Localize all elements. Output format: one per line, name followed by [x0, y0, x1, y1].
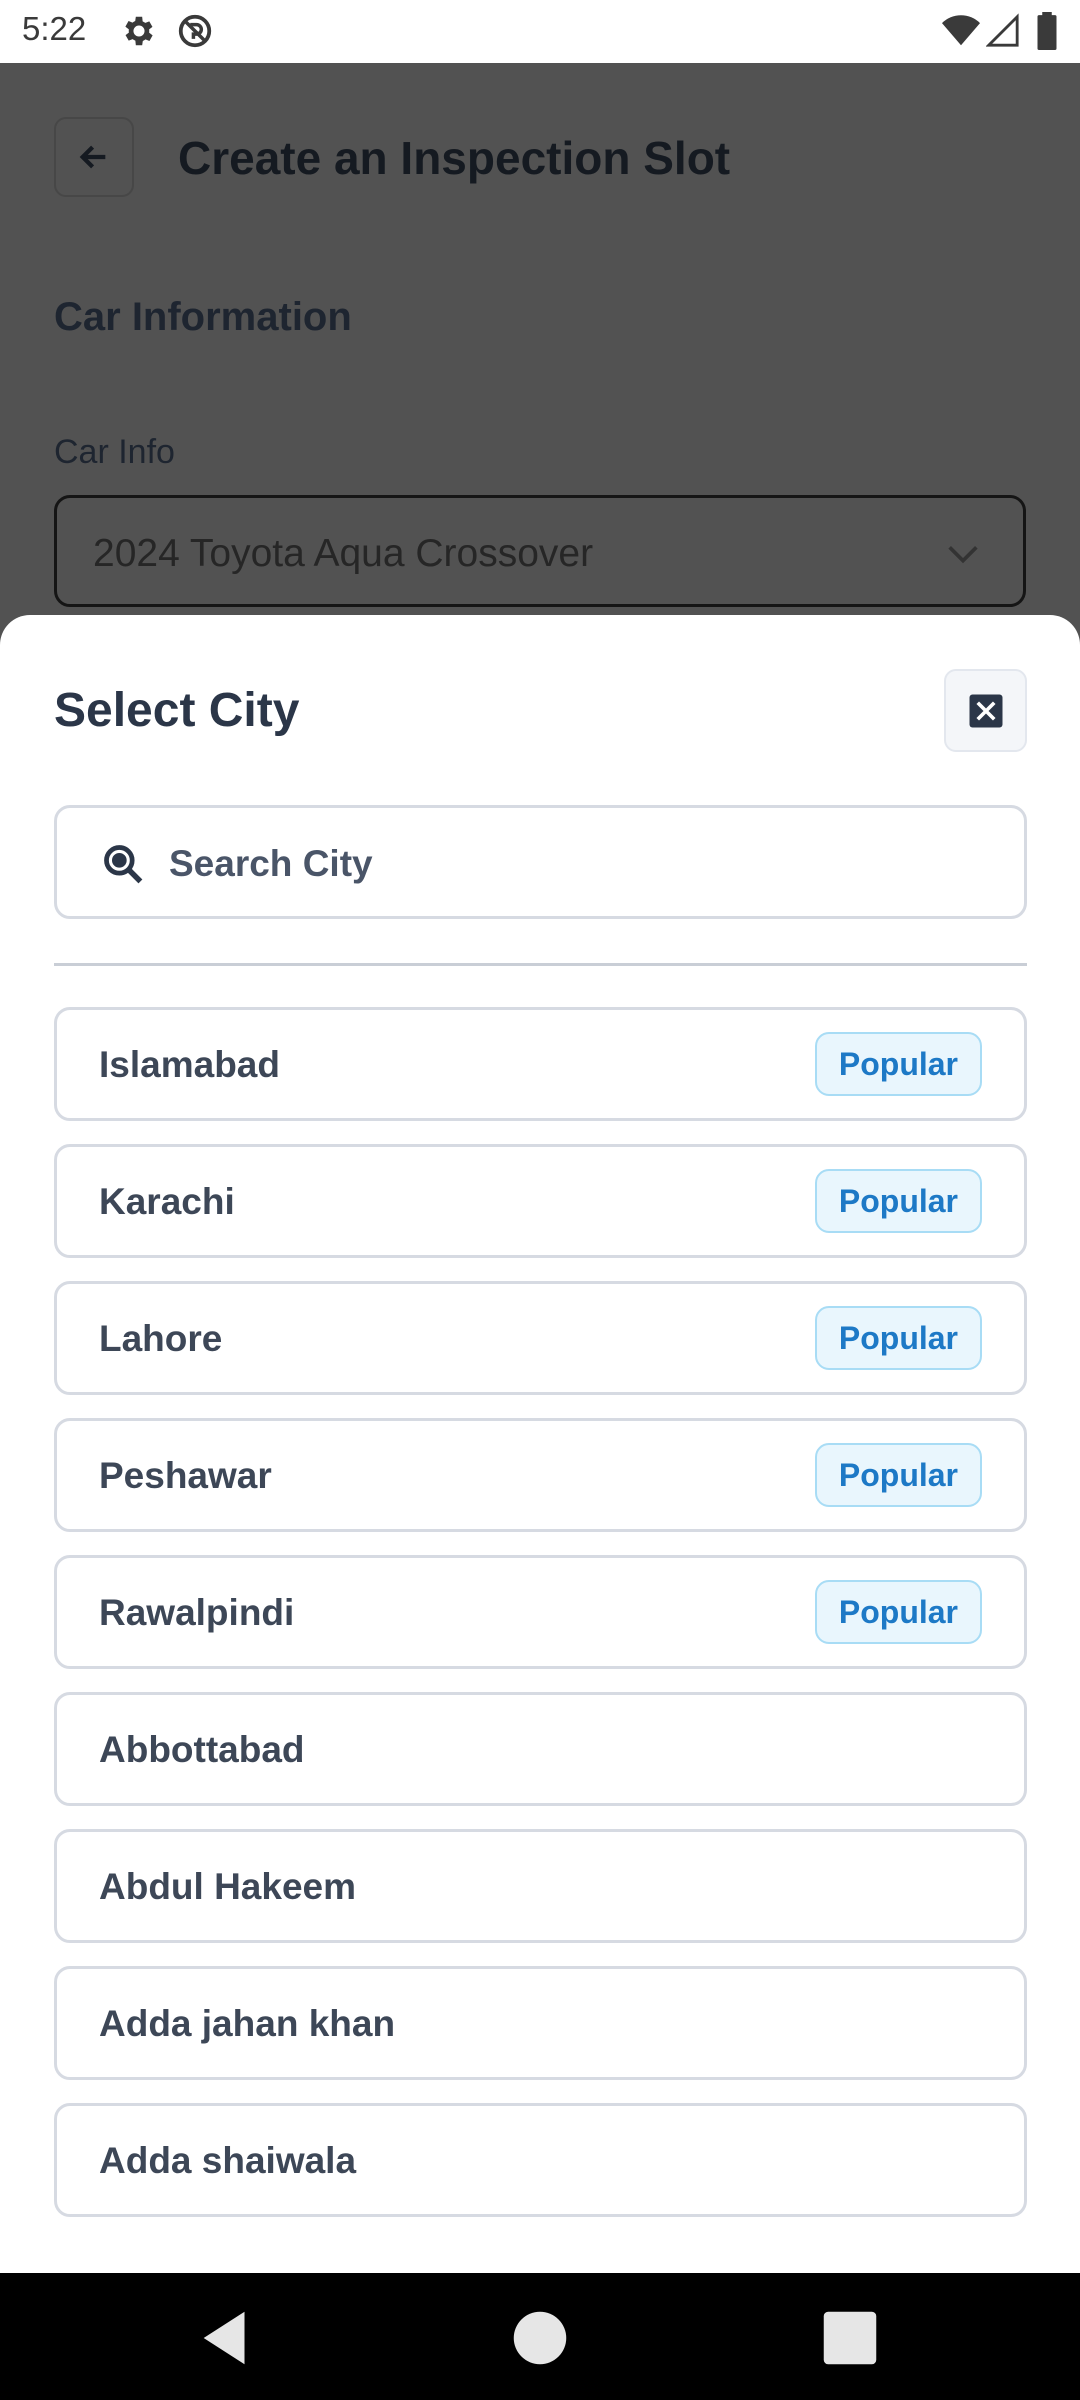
city-name: Peshawar: [99, 1455, 272, 1496]
navigation-bar: [0, 2273, 1080, 2400]
search-icon: [104, 845, 143, 884]
chevron-down-icon: [948, 546, 978, 564]
nav-back-icon[interactable]: [192, 2303, 262, 2373]
city-item[interactable]: Adda jahan khan: [54, 1966, 1027, 2080]
close-icon: [969, 694, 1002, 727]
signal-icon: [986, 13, 1019, 47]
wifi-icon: [942, 15, 980, 46]
car-info-select[interactable]: 2024 Toyota Aqua Crossover: [54, 495, 1026, 607]
city-name: Abbottabad: [99, 1729, 305, 1770]
popular-badge: Popular: [814, 1443, 982, 1507]
status-time: 5:22: [22, 10, 87, 47]
popular-badge: Popular: [814, 1580, 982, 1644]
page-title: Create an Inspection Slot: [178, 132, 731, 184]
car-info-value: 2024 Toyota Aqua Crossover: [93, 532, 594, 575]
car-info-label: Car Info: [54, 433, 175, 471]
city-item[interactable]: Karachi Popular: [54, 1144, 1027, 1258]
background-page: Create an Inspection Slot Car Informatio…: [0, 63, 1080, 623]
popular-badge: Popular: [814, 1032, 982, 1096]
popular-badge: Popular: [814, 1306, 982, 1370]
city-name: Lahore: [99, 1318, 223, 1359]
city-name: Karachi: [99, 1181, 235, 1222]
city-name: Abdul Hakeem: [99, 1866, 357, 1907]
nav-home-icon[interactable]: [505, 2303, 575, 2373]
battery-icon: [1037, 12, 1057, 50]
sheet-title: Select City: [54, 684, 300, 737]
divider: [54, 963, 1027, 966]
city-name: Islamabad: [99, 1044, 280, 1085]
city-item[interactable]: Peshawar Popular: [54, 1418, 1027, 1532]
back-button[interactable]: [54, 117, 134, 197]
popular-badge: Popular: [814, 1169, 982, 1233]
gear-icon: [125, 16, 153, 46]
close-button[interactable]: [944, 669, 1027, 752]
dnd-icon: [178, 14, 212, 48]
city-item[interactable]: Rawalpindi Popular: [54, 1555, 1027, 1669]
city-search-box[interactable]: [54, 805, 1027, 919]
nav-recents-icon[interactable]: [815, 2303, 885, 2373]
city-item[interactable]: Abdul Hakeem: [54, 1829, 1027, 1943]
city-list: Islamabad Popular Karachi Popular Lahore…: [54, 1007, 1027, 2240]
city-name: Adda shaiwala: [99, 2140, 357, 2181]
section-title: Car Information: [54, 295, 352, 339]
arrow-left-icon: [79, 145, 106, 169]
city-item[interactable]: Lahore Popular: [54, 1281, 1027, 1395]
city-name: Rawalpindi: [99, 1592, 295, 1633]
search-input[interactable]: [167, 828, 991, 900]
city-item[interactable]: Adda shaiwala: [54, 2103, 1027, 2217]
city-name: Adda jahan khan: [99, 2003, 396, 2044]
select-city-sheet: Select City Islamabad Popular Karachi Po…: [0, 615, 1080, 2273]
status-bar: 5:22: [0, 0, 1080, 63]
city-item[interactable]: Islamabad Popular: [54, 1007, 1027, 1121]
city-item[interactable]: Abbottabad: [54, 1692, 1027, 1806]
